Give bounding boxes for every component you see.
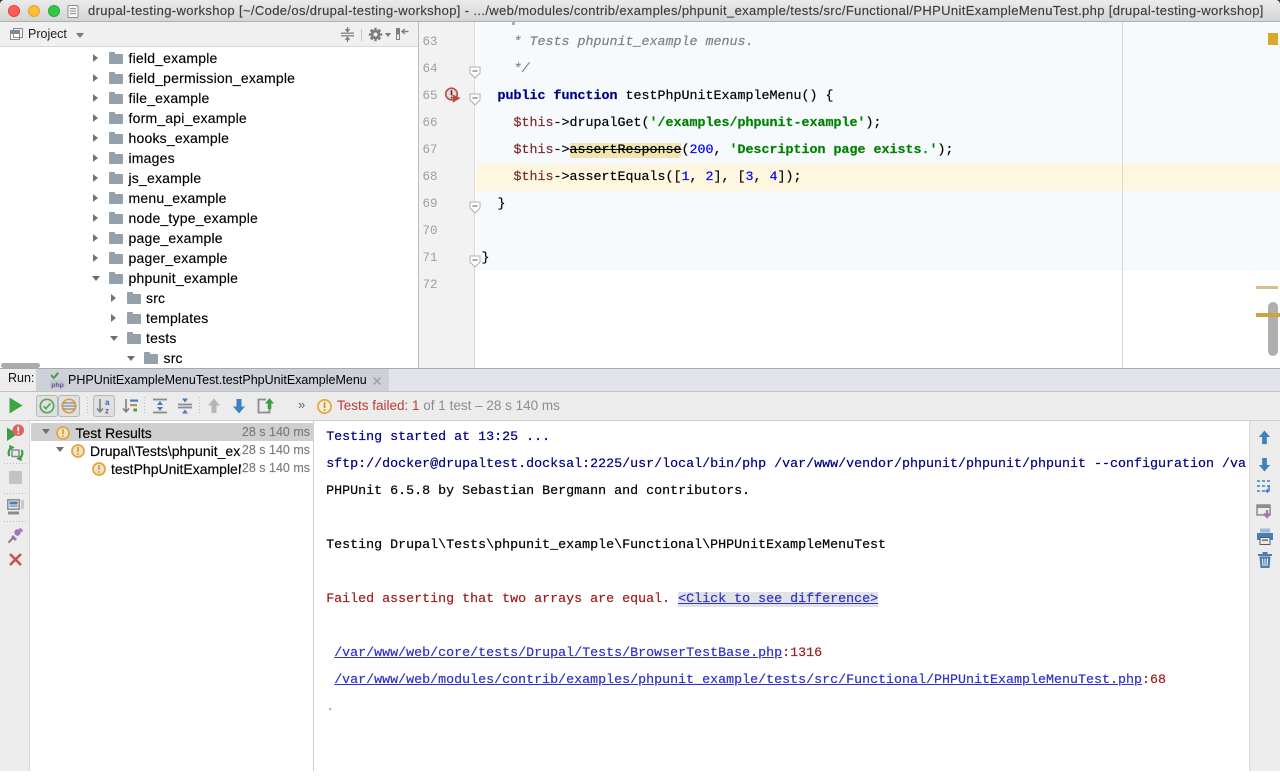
svg-text:php: php <box>51 382 63 389</box>
svg-text:z: z <box>105 407 109 415</box>
